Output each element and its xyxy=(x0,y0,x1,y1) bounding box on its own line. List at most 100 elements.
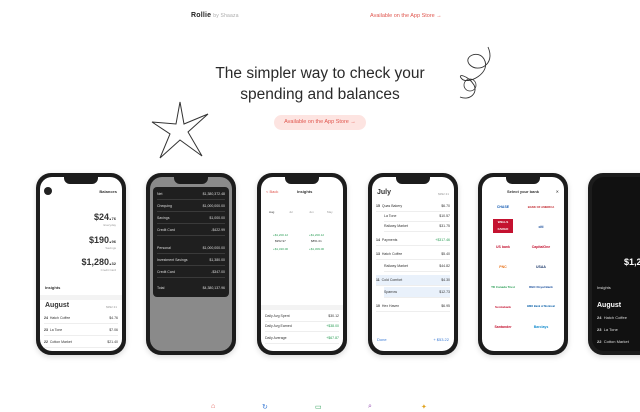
thumbs-up-icon: ✦ xyxy=(421,404,427,411)
insight-value: +$1,200.12 xyxy=(309,233,325,237)
bank-icon: ⌂ xyxy=(211,403,216,410)
month-tab[interactable]: Jul xyxy=(289,210,293,214)
nav-app-store-link[interactable]: Available on the App Store → xyxy=(370,13,442,19)
refresh-icon: ↻ xyxy=(262,404,268,411)
balance-savings[interactable]: $190.96 xyxy=(89,235,116,245)
month-total: $992.31 xyxy=(106,305,117,309)
bank-santander[interactable]: Santander xyxy=(486,319,520,335)
transaction-row-selected[interactable]: 11 Cold Comfort $4.30 xyxy=(376,275,450,286)
hero-app-store-button[interactable]: Available on the App Store → xyxy=(274,115,366,130)
transaction-row[interactable]: 22 Cotton Market xyxy=(597,339,629,344)
transaction-row[interactable]: 23 La Tone $7.06 xyxy=(44,325,118,336)
bank-capital-one[interactable]: CapitalOne xyxy=(524,239,558,255)
phone-notch xyxy=(396,177,430,184)
transaction-row[interactable]: 22 Cotton Market $21.40 xyxy=(44,337,118,348)
insights-screen: < Back Insights Aug Jul Jun May +$1,200.… xyxy=(261,177,343,351)
total-row[interactable]: Net $1,380,372.48 xyxy=(157,189,225,200)
hero-line-1: The simpler way to check your xyxy=(215,65,425,82)
insight-value: $952.97 xyxy=(275,239,286,243)
balance-label: Savings xyxy=(105,246,116,250)
transaction-row-selected[interactable]: Sparrow $12.73 xyxy=(384,287,450,298)
balance-everyday[interactable]: $24.76 xyxy=(94,212,116,222)
totals-card: Net $1,380,372.48 Chequing $1,000,000.00 S… xyxy=(153,187,229,297)
transaction-row[interactable]: 14 Payments +$317.46 xyxy=(376,235,450,246)
phone-notch xyxy=(285,177,319,184)
month-tab[interactable]: Jun xyxy=(309,210,314,214)
month-header: July xyxy=(377,189,392,196)
brand-byline: by Shaaza xyxy=(213,13,239,19)
bank-chase[interactable]: CHASE xyxy=(486,199,520,215)
bank-barclays[interactable]: Barclays xyxy=(524,319,558,335)
total-row[interactable]: Investment Savings $1,380.00 xyxy=(157,255,225,266)
bank-boa[interactable]: BANK OF AMERICA xyxy=(524,199,558,215)
month-header: August xyxy=(597,302,622,309)
phone-bank-select: Select your bank ✕ CHASE BANK OF AMERICA… xyxy=(478,173,568,355)
month-header: August xyxy=(45,302,70,309)
phone-balances: Balances $24.76 Everyday $190.96 Savings… xyxy=(36,173,126,355)
back-button[interactable]: < Back xyxy=(266,189,278,194)
hero-headline: The simpler way to check your spending a… xyxy=(0,63,640,105)
insight-value: +$1,200.12 xyxy=(273,233,289,237)
bank-rbc[interactable]: RBC Royal Bank xyxy=(524,279,558,295)
total-row[interactable]: Personal $1,000,000.00 xyxy=(157,243,225,254)
total-row[interactable]: Credit Card -$347.00 xyxy=(157,267,225,278)
month-tab[interactable]: Aug xyxy=(269,210,274,214)
transaction-row[interactable]: 23 La Tone xyxy=(597,327,618,332)
transaction-row[interactable]: Railway Market $44.82 xyxy=(384,261,450,272)
insight-value: $851.01 xyxy=(311,239,322,243)
brand-name: Rollie xyxy=(191,12,212,19)
bank-citi[interactable]: citi xyxy=(524,219,558,235)
phone-notch xyxy=(174,177,208,184)
close-icon[interactable]: ✕ xyxy=(556,189,559,194)
star-doodle xyxy=(151,101,209,159)
bank-pnc[interactable]: PNC xyxy=(486,259,520,275)
grand-total-row: Total $4,380,137.96 xyxy=(157,286,225,290)
total-row[interactable]: Credit Card -$422.99 xyxy=(157,225,225,236)
stat-row: Daily Average +$67.87 xyxy=(265,333,339,344)
avatar[interactable] xyxy=(44,187,52,195)
bank-td[interactable]: TD Canada Trust xyxy=(486,279,520,295)
phone-transactions: July $992.31 15 Quas Bakery $6.70 La Tone… xyxy=(368,173,458,355)
phone-notch xyxy=(64,177,98,184)
insights-link[interactable]: Insights xyxy=(45,285,60,290)
bank-wells-fargo[interactable]: WELLS FARGO xyxy=(493,219,513,233)
screen-title: Select your bank xyxy=(506,189,539,194)
header-title: Balances xyxy=(99,189,117,194)
phone-insights: < Back Insights Aug Jul Jun May +$1,200.… xyxy=(257,173,347,355)
bank-scotiabank[interactable]: Scotiabank xyxy=(486,299,520,315)
totals-screen: Net $1,380,372.48 Chequing $1,000,000.00 S… xyxy=(150,177,232,351)
search-icon: ⌕ xyxy=(368,403,372,410)
done-button[interactable]: Done xyxy=(377,337,387,342)
divider xyxy=(40,295,122,300)
month-total: $992.31 xyxy=(438,192,449,196)
brand-logo[interactable]: Rollie by Shaaza xyxy=(191,12,239,19)
bank-usaa[interactable]: USAA xyxy=(524,259,558,275)
total-row[interactable]: Savings $1,000.00 xyxy=(157,213,225,224)
phone-totals: Net $1,380,372.48 Chequing $1,000,000.00 S… xyxy=(146,173,236,355)
month-tab[interactable]: May xyxy=(327,210,333,214)
screen-title: Insights xyxy=(297,189,313,194)
transactions-screen: July $992.31 15 Quas Bakery $6.70 La Tone… xyxy=(372,177,454,351)
selection-sum: + $53.22 xyxy=(433,337,449,342)
total-row[interactable]: Chequing $1,000,000.00 xyxy=(157,201,225,212)
phone-notch xyxy=(506,177,540,184)
balance-label: Everyday xyxy=(103,223,116,227)
insights-link[interactable]: Insights xyxy=(597,285,611,290)
divider xyxy=(261,305,343,310)
balance-credit[interactable]: $1,280.32 xyxy=(82,257,116,267)
transaction-row[interactable]: 13 Hatch Coffee $5.40 xyxy=(376,249,450,260)
hero-line-2: spending and balances xyxy=(240,86,400,103)
bank-us-bank[interactable]: US bank xyxy=(486,239,520,255)
loop-doodle xyxy=(459,46,491,99)
phone-balances-dark: $1,280.32 Insights August 24 Hatch Coffe… xyxy=(588,173,640,355)
transaction-row[interactable]: 24 Hatch Coffee xyxy=(597,315,627,320)
insight-value: +$1,320.00 xyxy=(273,247,289,251)
top-nav: Rollie by Shaaza Available on the App Sto… xyxy=(0,12,640,24)
balance-credit[interactable]: $1,280.32 xyxy=(624,257,640,267)
transaction-row[interactable]: 10 Hex Haven $6.95 xyxy=(376,301,450,312)
bank-bmo[interactable]: BMO Bank of Montreal xyxy=(524,299,558,315)
wallet-icon: ▭ xyxy=(315,404,322,411)
transaction-row[interactable]: 24 Hatch Coffee $4.76 xyxy=(44,313,118,324)
balances-dark-screen: $1,280.32 Insights August 24 Hatch Coffe… xyxy=(592,177,640,351)
transaction-row[interactable]: Railway Market $31.75 xyxy=(384,221,450,232)
